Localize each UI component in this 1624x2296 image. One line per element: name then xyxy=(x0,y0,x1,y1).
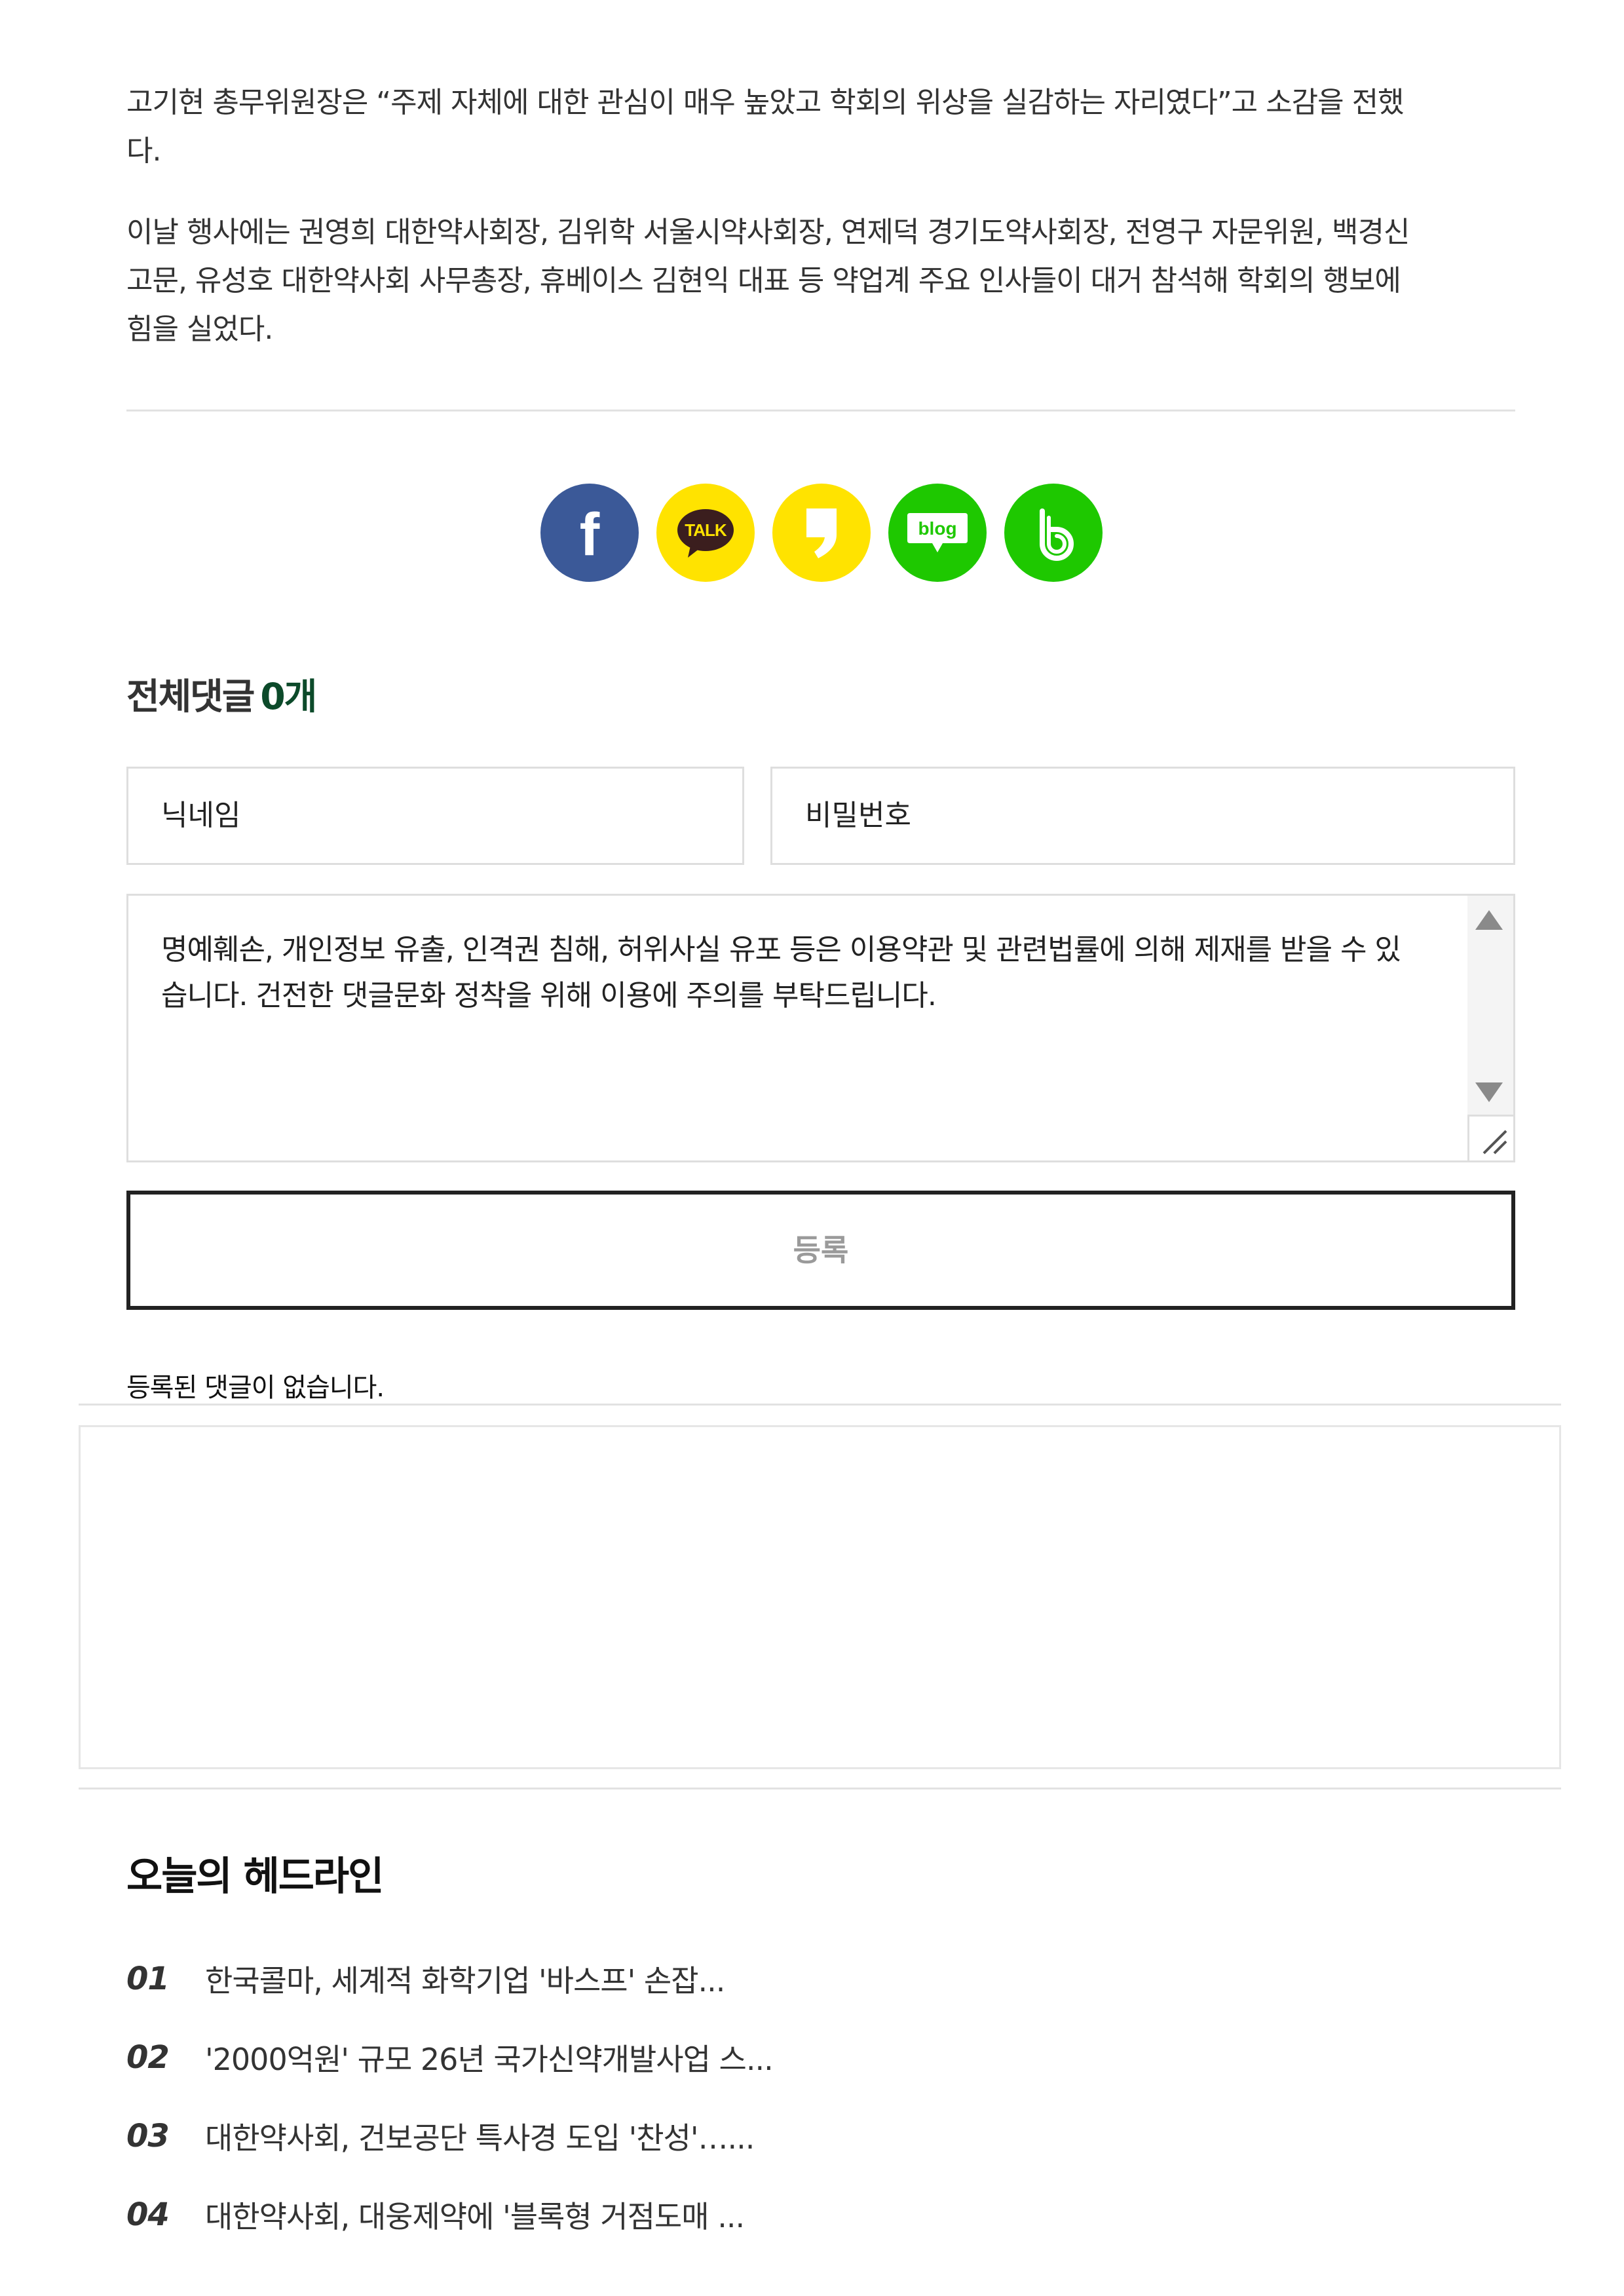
comments-divider xyxy=(79,1404,1561,1406)
article-paragraph-2: 이날 행사에는 권영희 대한약사회장, 김위학 서울시약사회장, 연제덕 경기도… xyxy=(126,208,1515,354)
headline-number: 03 xyxy=(126,2118,170,2154)
kakaotalk-label: TALK xyxy=(685,520,727,540)
share-bar: f TALK blog xyxy=(540,484,1103,582)
article-line: 힘을 실었다. xyxy=(126,313,273,346)
article-paragraph-1: 고기현 총무위원장은 “주제 자체에 대한 관심이 매우 높았고 학회의 위상을… xyxy=(126,79,1515,176)
resize-grip-icon xyxy=(1482,1130,1507,1155)
headline-link[interactable]: '2000억원' 규모 26년 국가신약개발사업 스... xyxy=(205,2036,774,2079)
share-naver-blog-button[interactable]: blog xyxy=(888,484,987,582)
submit-comment-button[interactable]: 등록 xyxy=(126,1191,1515,1310)
headline-item[interactable]: 01 한국콜마, 세계적 화학기업 '바스프' 손잡... xyxy=(126,1940,773,2018)
ad-placeholder xyxy=(79,1425,1561,1769)
scroll-up-icon[interactable] xyxy=(1475,910,1503,930)
comments-title: 전체댓글 0개 xyxy=(126,667,317,719)
headline-number: 02 xyxy=(126,2039,170,2076)
kakaostory-icon xyxy=(806,508,837,558)
textarea-scrollbar[interactable] xyxy=(1467,896,1513,1116)
share-band-button[interactable] xyxy=(1004,484,1103,582)
headline-item[interactable]: 03 대한약사회, 건보공단 특사경 도입 '찬성'…... xyxy=(126,2097,773,2175)
resize-handle[interactable] xyxy=(1467,1115,1513,1160)
article-divider xyxy=(126,410,1515,411)
headline-link[interactable]: 대한약사회, 대웅제약에 '블록형 거점도매 ... xyxy=(205,2193,745,2236)
article-line: 고기현 총무위원장은 “주제 자체에 대한 관심이 매우 높았고 학회의 위상을… xyxy=(126,86,1405,119)
facebook-icon: f xyxy=(579,501,600,568)
password-input[interactable]: 비밀번호 xyxy=(770,767,1515,865)
comment-textarea[interactable]: 명예훼손, 개인정보 유출, 인격권 침해, 허위사실 유포 등은 이용약관 및… xyxy=(126,894,1515,1162)
section-divider xyxy=(79,1788,1561,1789)
article-line: 다. xyxy=(126,134,161,168)
headlines-title: 오늘의 헤드라인 xyxy=(126,1854,384,1900)
headlines-list: 01 한국콜마, 세계적 화학기업 '바스프' 손잡... 02 '2000억원… xyxy=(126,1940,774,2254)
comments-title-label: 전체댓글 xyxy=(126,676,255,718)
article-line: 고문, 유성호 대한약사회 사무총장, 휴베이스 김현익 대표 등 약업계 주요… xyxy=(126,264,1401,297)
headline-item[interactable]: 02 '2000억원' 규모 26년 국가신약개발사업 스... xyxy=(126,2018,774,2097)
password-placeholder: 비밀번호 xyxy=(805,799,911,832)
headline-number: 04 xyxy=(126,2196,170,2233)
band-icon xyxy=(1040,508,1074,561)
share-facebook-button[interactable]: f xyxy=(540,484,639,582)
headline-link[interactable]: 한국콜마, 세계적 화학기업 '바스프' 손잡... xyxy=(205,1957,725,2000)
headline-item[interactable]: 04 대한약사회, 대웅제약에 '블록형 거점도매 ... xyxy=(126,2175,773,2254)
headline-number: 01 xyxy=(126,1961,170,1997)
no-comments-message: 등록된 댓글이 없습니다. xyxy=(126,1373,385,1403)
nickname-placeholder: 닉네임 xyxy=(161,799,241,832)
comment-textarea-placeholder: 명예훼손, 개인정보 유출, 인격권 침해, 허위사실 유포 등은 이용약관 및… xyxy=(161,933,1401,1012)
naver-blog-label: blog xyxy=(918,518,957,539)
share-kakaotalk-button[interactable]: TALK xyxy=(656,484,755,582)
article-line: 이날 행사에는 권영희 대한약사회장, 김위학 서울시약사회장, 연제덕 경기도… xyxy=(126,216,1410,249)
scroll-down-icon[interactable] xyxy=(1475,1082,1503,1102)
share-kakaostory-button[interactable] xyxy=(772,484,871,582)
headline-link[interactable]: 대한약사회, 건보공단 특사경 도입 '찬성'…... xyxy=(205,2114,755,2158)
comments-count: 0개 xyxy=(260,676,317,718)
nickname-input[interactable]: 닉네임 xyxy=(126,767,744,865)
